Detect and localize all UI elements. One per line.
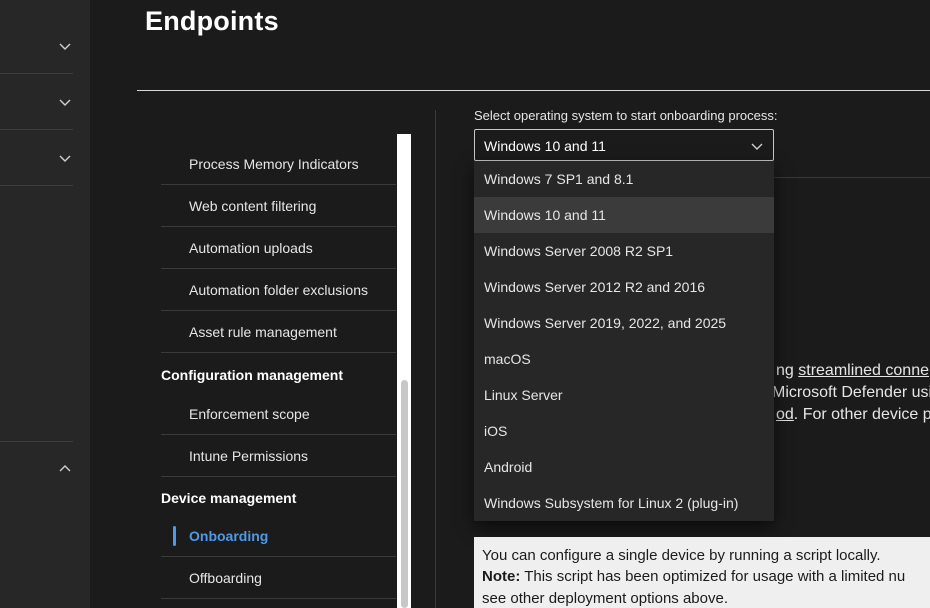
settings-nav-scroll-thumb[interactable] [401,380,408,608]
description-line-2: Microsoft Defender usi [772,384,930,401]
nav-section-device-management: Device management [161,490,297,506]
left-navigation [0,0,90,608]
info-box: You can configure a single device by run… [474,537,930,608]
settings-nav-item-label: Enforcement scope [189,405,310,422]
settings-nav-item-label: Offboarding [189,569,262,586]
settings-nav-item-web-content-filtering[interactable]: Web content filtering [161,185,396,227]
note-label: Note: [482,568,521,585]
chevron-down-icon[interactable] [57,150,73,166]
active-indicator [173,526,176,546]
os-option-macos[interactable]: macOS [474,341,774,377]
nav-group-4[interactable] [0,441,73,497]
streamlined-connectivity-link[interactable]: streamlined conne [798,362,929,379]
method-link[interactable]: od [776,406,794,423]
info-line-3: see other deployment options above. [482,590,728,607]
os-option-label: Windows Server 2012 R2 and 2016 [484,279,706,295]
os-option-linux-server[interactable]: Linux Server [474,377,774,413]
chevron-up-icon[interactable] [57,461,73,477]
chevron-down-icon[interactable] [57,38,73,54]
settings-nav-item-label: Onboarding [189,527,269,544]
info-line-2: Note: This script has been optimized for… [482,568,905,585]
os-option-windows-7[interactable]: Windows 7 SP1 and 8.1 [474,161,774,197]
os-option-windows-server-2008[interactable]: Windows Server 2008 R2 SP1 [474,233,774,269]
os-option-label: Android [484,459,533,475]
page-title: Endpoints [145,6,279,36]
os-option-ios[interactable]: iOS [474,413,774,449]
settings-nav-item-automation-folder-exclusions[interactable]: Automation folder exclusions [161,269,396,311]
description-text: ng [776,362,799,379]
header-divider [137,90,930,91]
description-line-3: od. For other device pro [776,406,930,424]
settings-nav-item-intune-permissions[interactable]: Intune Permissions [161,435,396,477]
os-option-windows-server-2019[interactable]: Windows Server 2019, 2022, and 2025 [474,305,774,341]
os-option-label: macOS [484,351,531,367]
os-option-label: Windows 7 SP1 and 8.1 [484,171,634,187]
settings-nav-item-enforcement-scope[interactable]: Enforcement scope [161,393,396,435]
settings-nav-item-offboarding[interactable]: Offboarding [161,557,396,599]
settings-nav-item-label: Process Memory Indicators [189,155,359,172]
description-line-1: ng streamlined conne [776,362,929,380]
nav-section-configuration-management: Configuration management [161,367,344,383]
os-select[interactable]: Windows 10 and 11 [474,129,774,161]
description-text: . For other device pro [793,406,930,423]
content-divider [435,110,436,608]
os-option-label: Windows Subsystem for Linux 2 (plug-in) [484,495,739,511]
os-option-label: iOS [484,423,508,439]
os-option-label: Windows 10 and 11 [484,207,606,223]
os-option-label: Linux Server [484,387,563,403]
os-option-windows-10-11[interactable]: Windows 10 and 11 [474,197,774,233]
settings-nav-item-automation-uploads[interactable]: Automation uploads [161,227,396,269]
os-select-label: Select operating system to start onboard… [474,108,778,123]
nav-group-1[interactable] [0,18,73,74]
os-option-wsl2[interactable]: Windows Subsystem for Linux 2 (plug-in) [474,485,774,521]
settings-nav-item-label: Web content filtering [189,197,317,214]
nav-group-2[interactable] [0,74,73,130]
nav-group-3[interactable] [0,130,73,186]
settings-nav-item-onboarding[interactable]: Onboarding [161,515,396,557]
section-divider [774,177,930,178]
os-dropdown-list: Windows 7 SP1 and 8.1 Windows 10 and 11 … [474,161,774,521]
os-option-label: Windows Server 2019, 2022, and 2025 [484,315,727,331]
chevron-down-icon[interactable] [57,94,73,110]
settings-nav-item-label: Automation folder exclusions [189,281,368,298]
settings-nav-item-asset-rule-management[interactable]: Asset rule management [161,311,396,353]
os-option-windows-server-2012[interactable]: Windows Server 2012 R2 and 2016 [474,269,774,305]
os-option-label: Windows Server 2008 R2 SP1 [484,243,674,259]
settings-nav-item-process-memory-indicators[interactable]: Process Memory Indicators [161,143,396,185]
chevron-down-icon[interactable] [749,138,765,154]
os-select-value: Windows 10 and 11 [484,138,606,154]
os-option-android[interactable]: Android [474,449,774,485]
info-note-text: This script has been optimized for usage… [520,568,906,585]
settings-nav-item-label: Intune Permissions [189,447,309,464]
settings-nav-item-label: Asset rule management [189,323,337,340]
settings-nav-item-label: Automation uploads [189,239,313,256]
info-line-1: You can configure a single device by run… [482,547,881,564]
